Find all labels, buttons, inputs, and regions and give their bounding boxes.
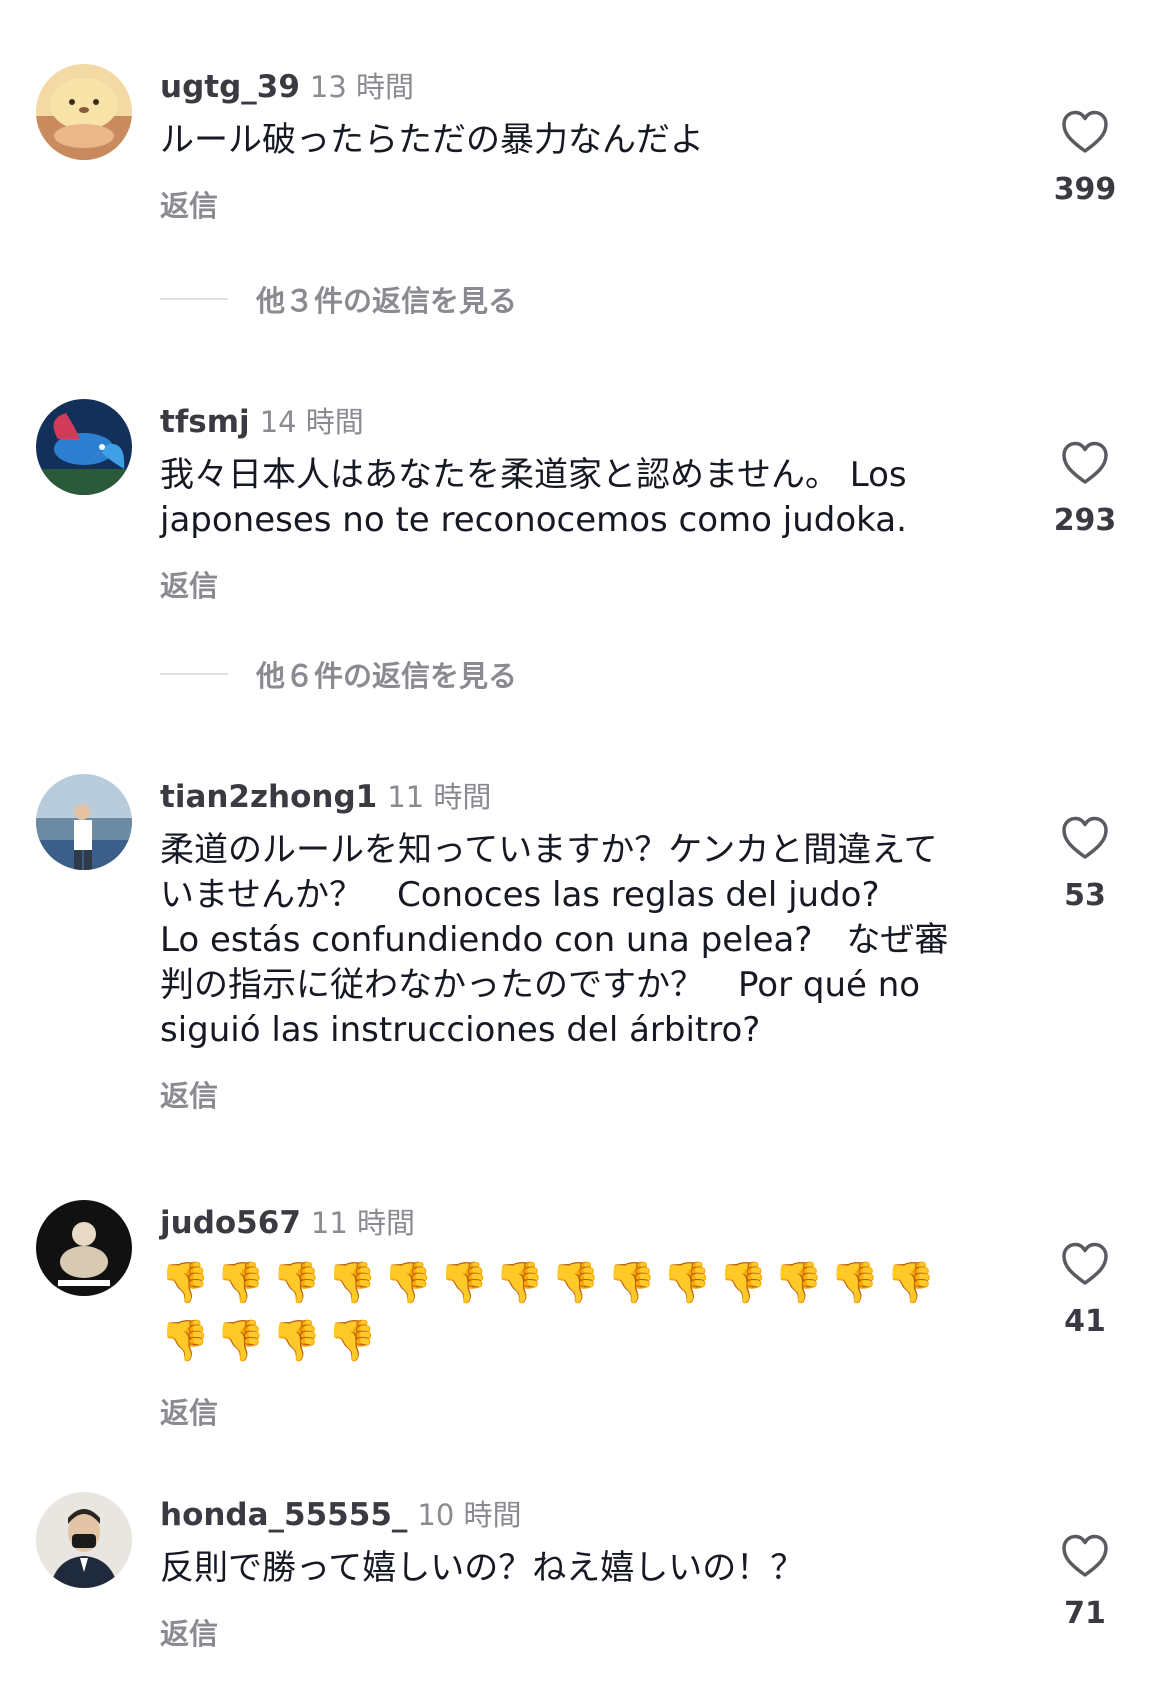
reply-button[interactable]: 返信	[160, 563, 218, 605]
comment-text: 反則で勝って嬉しいの？ねえ嬉しいの！？	[160, 1548, 805, 1588]
view-more-label: 他３件の返信を見る	[256, 284, 518, 318]
timestamp: 11 時間	[310, 1206, 416, 1240]
heart-outline-icon[interactable]	[1061, 110, 1109, 154]
comment-text: 柔道のルールを知っていますか？ケンカと間違えて いませんか？ Conoces l…	[160, 830, 949, 1050]
timestamp: 10 時間	[417, 1498, 522, 1532]
username[interactable]: honda_55555_	[160, 1497, 407, 1533]
like-count: 71	[1064, 1596, 1106, 1631]
avatar[interactable]	[36, 64, 132, 160]
like-count: 53	[1064, 878, 1106, 913]
divider	[160, 298, 228, 300]
like-count: 41	[1064, 1304, 1106, 1339]
avatar[interactable]	[36, 399, 132, 495]
heart-outline-icon[interactable]	[1061, 1534, 1109, 1578]
avatar[interactable]	[36, 1200, 132, 1296]
like-section: 41	[1040, 1242, 1130, 1339]
view-more-label: 他６件の返信を見る	[256, 659, 518, 693]
view-more-replies[interactable]: 他６件の返信を見る	[160, 653, 517, 695]
timestamp: 14 時間	[259, 405, 364, 439]
like-count: 399	[1053, 172, 1117, 207]
like-section: 71	[1040, 1534, 1130, 1631]
comment-text: 👎👎👎👎👎👎👎👎👎👎👎👎👎👎 👎👎👎👎	[160, 1260, 942, 1364]
heart-outline-icon[interactable]	[1061, 816, 1109, 860]
timestamp: 13 時間	[309, 70, 415, 104]
like-section: 293	[1040, 441, 1130, 538]
like-section: 53	[1040, 816, 1130, 913]
reply-button[interactable]: 返信	[160, 1073, 218, 1115]
username[interactable]: tian2zhong1	[160, 779, 377, 815]
reply-button[interactable]: 返信	[160, 1390, 218, 1432]
avatar[interactable]	[36, 774, 132, 870]
like-count: 293	[1053, 503, 1117, 538]
comment-text: ルール破ったらただの暴力なんだよ	[160, 120, 704, 160]
divider	[160, 673, 228, 675]
username[interactable]: ugtg_39	[160, 69, 300, 105]
comment-text: 我々日本人はあなたを柔道家と認めません。 Los japoneses no te…	[160, 455, 907, 540]
reply-button[interactable]: 返信	[160, 183, 218, 225]
username[interactable]: judo567	[160, 1205, 301, 1241]
heart-outline-icon[interactable]	[1061, 1242, 1109, 1286]
username[interactable]: tfsmj	[160, 404, 250, 440]
reply-button[interactable]: 返信	[160, 1611, 218, 1653]
like-section: 399	[1040, 110, 1130, 207]
timestamp: 11 時間	[387, 780, 492, 814]
view-more-replies[interactable]: 他３件の返信を見る	[160, 278, 517, 320]
avatar[interactable]	[36, 1492, 132, 1588]
heart-outline-icon[interactable]	[1061, 441, 1109, 485]
